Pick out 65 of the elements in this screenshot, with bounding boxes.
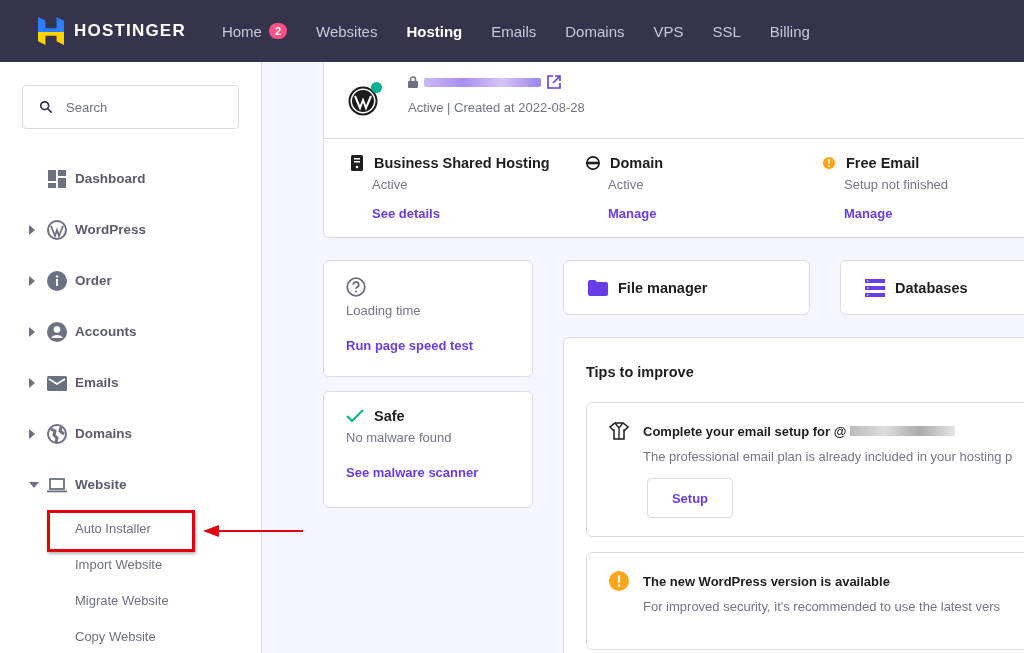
service-title: Free Email: [846, 155, 920, 171]
external-link-icon[interactable]: [547, 75, 561, 89]
globe-icon: [586, 155, 600, 171]
wordpress-icon: [47, 219, 67, 240]
database-icon: [865, 278, 885, 297]
folder-icon: [588, 279, 608, 296]
account-icon: [47, 321, 67, 342]
nav-link[interactable]: Home 2: [221, 22, 287, 40]
search-field[interactable]: Search: [22, 85, 239, 129]
nav-link[interactable]: Emails: [491, 22, 537, 40]
site-status: Active | Created at 2022-08-28: [408, 100, 585, 115]
service-link[interactable]: See details: [372, 206, 586, 221]
nav-link[interactable]: SSL: [712, 22, 741, 40]
warning-icon: [822, 155, 836, 171]
shortcut-button[interactable]: Databases: [840, 260, 1024, 315]
sidebar-item[interactable]: Dashboard: [22, 153, 239, 204]
setup-button[interactable]: Setup: [647, 478, 733, 518]
tip-title: Complete your email setup for @: [643, 423, 847, 439]
server-icon: [350, 155, 364, 171]
service-title: Domain: [610, 155, 664, 171]
service-status: Active: [372, 177, 409, 192]
sidebar-subitem[interactable]: Copy Website: [75, 628, 156, 644]
security-status: No malware found: [346, 430, 453, 445]
search-icon: [39, 100, 53, 114]
service-link[interactable]: Manage: [608, 206, 822, 221]
nav-link[interactable]: Billing: [769, 22, 810, 40]
sidebar-item[interactable]: Domains: [22, 408, 239, 459]
info-icon: [47, 270, 67, 291]
globe-icon: [47, 423, 67, 444]
speed-test-link[interactable]: Run page speed test: [346, 338, 510, 353]
sidebar-subitem[interactable]: Auto Installer: [75, 520, 151, 536]
loading-time-label: Loading time: [346, 303, 422, 318]
tip-description: The professional email plan is already included in your hosting p: [643, 449, 1014, 464]
shirt-icon: [609, 421, 629, 441]
service-title: Business Shared Hosting: [374, 155, 550, 171]
brand-name: HOSTINGER: [74, 21, 186, 41]
sidebar-subitem[interactable]: Migrate Website: [75, 592, 169, 608]
malware-scanner-link[interactable]: See malware scanner: [346, 465, 510, 480]
tips-title: Tips to improve: [586, 364, 695, 380]
logo-icon: [38, 17, 64, 45]
sidebar-item[interactable]: Website: [22, 459, 239, 510]
shortcut-button[interactable]: File manager: [563, 260, 810, 315]
check-icon: [346, 409, 364, 423]
help-icon: [346, 277, 366, 297]
service-link[interactable]: Manage: [844, 206, 1024, 221]
nav-link[interactable]: Domains: [565, 22, 625, 40]
lock-icon: [408, 76, 418, 88]
nav-link[interactable]: Hosting: [406, 22, 463, 40]
service-status: Setup not finished: [844, 177, 950, 192]
tip-title: The new WordPress version is available: [643, 573, 890, 589]
warning-icon: [609, 571, 629, 591]
wordpress-icon: [348, 86, 378, 116]
tip-description: For improved security, it's recommended to use the latest vers: [643, 599, 1001, 614]
nav-link[interactable]: Websites: [316, 22, 378, 40]
sidebar-item[interactable]: Accounts: [22, 306, 239, 357]
dashboard-icon: [47, 168, 67, 189]
service-status: Active: [608, 177, 645, 192]
sidebar-item[interactable]: Emails: [22, 357, 239, 408]
sidebar-item[interactable]: Order: [22, 255, 239, 306]
notification-badge: 2: [268, 23, 287, 39]
nav-link[interactable]: VPS: [653, 22, 684, 40]
sidebar-item[interactable]: WordPress: [22, 204, 239, 255]
arrow-icon: [203, 524, 303, 538]
security-title: Safe: [374, 408, 405, 424]
sidebar-subitem[interactable]: Import Website: [75, 556, 163, 572]
